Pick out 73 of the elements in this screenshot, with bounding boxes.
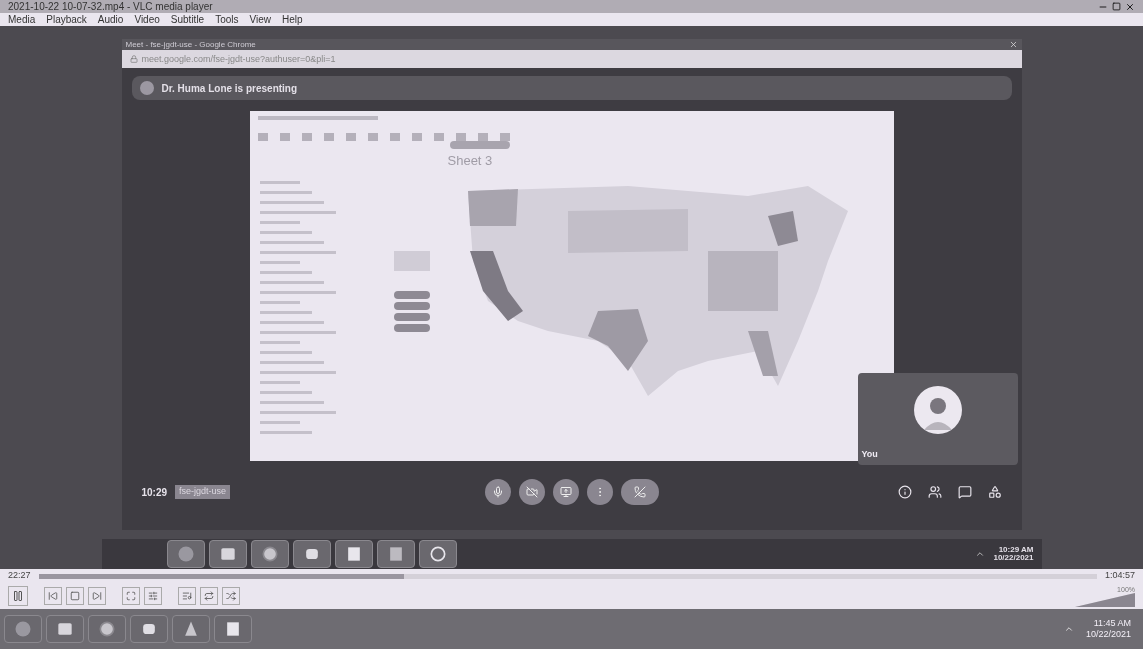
maximize-icon[interactable] — [1112, 1, 1121, 11]
previous-icon — [48, 591, 58, 601]
pause-button[interactable] — [8, 586, 28, 606]
volume-slider[interactable] — [1075, 592, 1135, 607]
stop-button[interactable] — [66, 587, 84, 605]
close-icon[interactable] — [1125, 1, 1135, 12]
camera-off-icon — [525, 486, 538, 498]
sliders-icon — [148, 591, 158, 601]
sheet-title: Sheet 3 — [447, 152, 494, 170]
presentation-icon — [139, 81, 154, 95]
present-button[interactable] — [552, 479, 579, 505]
menu-item[interactable]: Video — [134, 14, 160, 25]
next-icon — [92, 591, 102, 601]
clock-date: 10/22/2021 — [1085, 629, 1131, 641]
taskbar-button[interactable] — [418, 540, 457, 568]
playlist-icon — [182, 591, 192, 601]
meeting-time: 10:29 — [141, 485, 168, 500]
fullscreen-button[interactable] — [122, 587, 140, 605]
menu-item[interactable]: View — [249, 14, 272, 25]
taskbar-button[interactable] — [250, 540, 289, 568]
taskbar-button[interactable] — [214, 615, 252, 643]
menu-item[interactable]: Media — [8, 14, 36, 25]
chevron-up-icon — [975, 549, 986, 559]
present-screen-icon — [559, 486, 572, 498]
camera-button[interactable] — [518, 479, 545, 505]
previous-button[interactable] — [44, 587, 62, 605]
menu-item[interactable]: Audio — [97, 14, 124, 25]
playlist-button[interactable] — [178, 587, 196, 605]
clock-date: 10/22/2021 — [993, 554, 1034, 562]
loop-icon — [204, 591, 214, 601]
taskbar-button[interactable] — [130, 615, 168, 643]
participant-name: You — [860, 447, 879, 461]
pause-icon — [12, 590, 24, 602]
leave-call-button[interactable] — [620, 479, 659, 505]
taskbar-button[interactable] — [208, 540, 247, 568]
elapsed-time: 22:27 — [8, 569, 31, 583]
more-button[interactable] — [586, 479, 613, 505]
close-icon[interactable] — [1008, 40, 1018, 49]
effects-button[interactable] — [144, 587, 162, 605]
info-icon[interactable] — [897, 485, 912, 499]
activities-icon[interactable] — [987, 485, 1002, 499]
meeting-code: fse-jgdt-use — [175, 485, 231, 499]
menu-item[interactable]: Help — [282, 14, 303, 25]
people-icon[interactable] — [927, 485, 942, 499]
loop-button[interactable] — [200, 587, 218, 605]
seek-bar[interactable] — [38, 573, 1097, 579]
next-button[interactable] — [88, 587, 106, 605]
clock-time: 11:45 AM — [1093, 617, 1131, 629]
microphone-button[interactable] — [484, 479, 511, 505]
taskbar-button[interactable] — [334, 540, 373, 568]
clock-time: 10:29 AM — [998, 546, 1034, 554]
ring-icon — [97, 619, 117, 639]
menu-item[interactable]: Tools — [215, 14, 239, 25]
lock-icon — [129, 55, 138, 63]
menu-item[interactable]: Playback — [46, 14, 87, 25]
orb-icon — [13, 619, 33, 639]
shuffle-icon — [226, 591, 236, 601]
menu-item[interactable]: Subtitle — [170, 14, 205, 25]
avatar — [913, 386, 962, 435]
hang-up-icon — [633, 486, 646, 498]
chat-icon[interactable] — [957, 485, 972, 499]
presenter-banner: Dr. Huma Lone is presenting — [131, 76, 1012, 100]
total-time: 1:04:57 — [1104, 569, 1135, 583]
chevron-up-icon — [1063, 624, 1074, 634]
stop-icon — [70, 591, 80, 601]
taskbar-button[interactable] — [166, 540, 205, 568]
window-title: 2021-10-22 10-07-32.mp4 - VLC media player — [8, 1, 213, 12]
taskbar-button[interactable] — [292, 540, 331, 568]
microphone-icon — [491, 486, 504, 498]
taskbar-button[interactable] — [376, 540, 415, 568]
browser-title: Meet - fse-jgdt-use - Google Chrome — [125, 40, 256, 49]
shuffle-button[interactable] — [222, 587, 240, 605]
fullscreen-icon — [126, 591, 136, 601]
